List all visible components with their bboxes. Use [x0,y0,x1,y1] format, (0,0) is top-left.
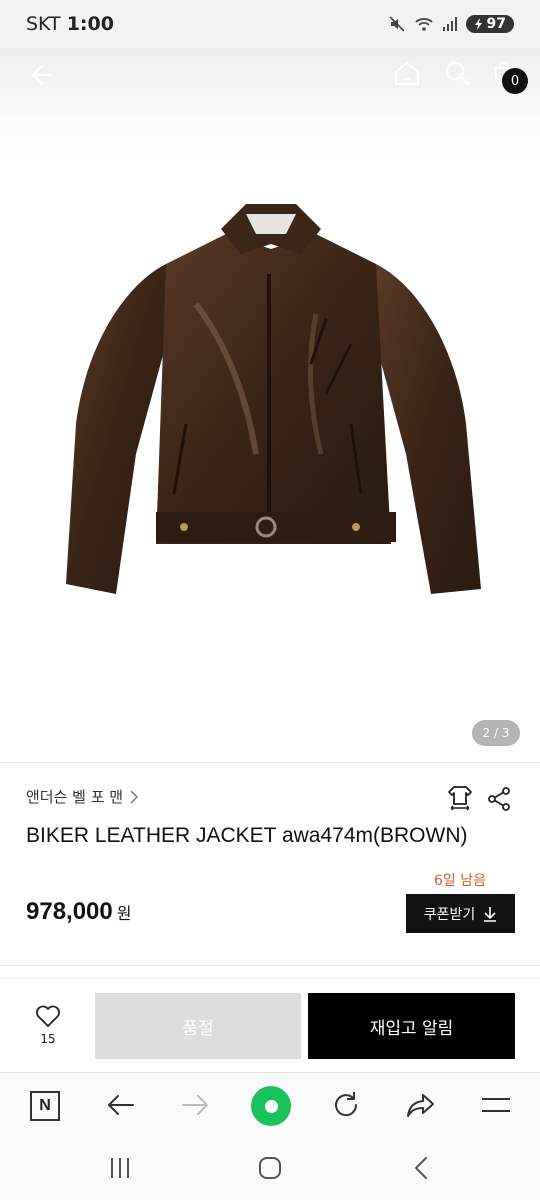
system-navigation [0,1136,540,1200]
mute-icon [388,16,405,32]
heart-icon [36,1005,60,1027]
chevron-right-icon [130,789,139,804]
restock-alert-button[interactable]: 재입고 알림 [308,993,515,1059]
status-icons: 97 [388,15,514,33]
clock: 1:00 [66,13,114,35]
browser-forward-icon[interactable] [180,1089,212,1121]
share-forward-icon[interactable] [405,1089,437,1121]
home-icon[interactable] [393,59,421,87]
price-currency: 원 [116,904,132,923]
info-divider [0,965,540,966]
action-top-border [0,978,540,979]
cart-count-badge: 0 [502,68,528,94]
battery-level: 97 [486,16,506,32]
brand-link[interactable]: 앤더슨 벨 포 맨 [26,786,139,807]
home-button-icon[interactable] [256,1154,284,1182]
menu-icon[interactable] [480,1089,512,1121]
gallery-divider [0,762,540,763]
recent-apps-icon[interactable] [106,1154,134,1182]
system-back-icon[interactable] [408,1154,436,1182]
browser-toolbar: N [0,1072,540,1136]
product-title: BIKER LEATHER JACKET awa474m(BROWN) [26,824,468,847]
product-gallery[interactable]: 0 2 / 3 [0,48,540,760]
price-row: 978,000 원 [26,898,132,926]
status-left: SKT 1:00 [26,13,114,35]
browser-back-icon[interactable] [104,1089,136,1121]
coupon-days-left: 6일 남음 [434,873,486,889]
wifi-icon [414,18,433,31]
image-page-indicator: 2 / 3 [472,720,520,746]
carrier: SKT [26,13,61,35]
refresh-icon[interactable] [330,1089,362,1121]
download-icon [484,906,497,922]
battery-indicator: 97 [465,15,514,33]
back-arrow-icon[interactable] [24,60,54,90]
top-nav: 0 [0,48,540,100]
signal-icon [442,17,457,31]
status-bar: SKT 1:00 97 [0,0,540,48]
share-icon[interactable] [486,786,512,812]
wish-count: 15 [40,1032,56,1046]
charging-icon [474,18,482,30]
size-guide-icon[interactable] [446,784,474,812]
search-icon[interactable] [443,59,471,87]
green-dot-button[interactable] [251,1086,291,1126]
coupon-label: 쿠폰받기 [423,906,476,923]
wish-button[interactable]: 15 [26,1004,70,1046]
coupon-download-button[interactable]: 쿠폰받기 [406,894,515,933]
price-value: 978,000 [26,898,113,925]
naver-home-button[interactable]: N [30,1091,60,1121]
product-image[interactable] [56,194,486,614]
brand-name: 앤더슨 벨 포 맨 [26,788,124,806]
soldout-button[interactable]: 품절 [95,993,301,1059]
